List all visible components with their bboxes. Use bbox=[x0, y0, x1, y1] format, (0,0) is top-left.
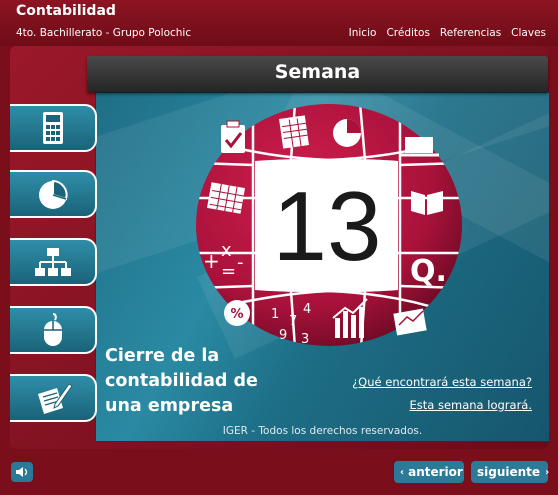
app-window: Contabilidad 4to. Bachillerato - Grupo P… bbox=[0, 0, 558, 495]
sphere-digit: 4 bbox=[303, 302, 311, 317]
sound-button[interactable] bbox=[11, 462, 33, 482]
previous-label: anterior bbox=[408, 465, 463, 479]
svg-text:-: - bbox=[237, 252, 244, 273]
speaker-icon bbox=[16, 467, 28, 477]
week-number: 13 bbox=[272, 171, 381, 281]
magnifier-q-icon: Q. bbox=[410, 254, 447, 289]
mouse-icon bbox=[43, 313, 62, 346]
spreadsheet-icon bbox=[279, 115, 309, 149]
sphere-digit: 9 bbox=[279, 328, 287, 343]
lesson-title-line: Cierre de la bbox=[105, 346, 220, 366]
next-label: siguiente bbox=[477, 465, 541, 479]
nav-inicio[interactable]: Inicio bbox=[349, 27, 377, 39]
top-nav: Inicio Créditos Referencias Claves bbox=[349, 27, 546, 39]
lesson-title-line: contabilidad de bbox=[105, 371, 258, 391]
pie-chart-icon bbox=[333, 119, 361, 147]
sidebar-tab-org-chart[interactable] bbox=[10, 238, 97, 286]
svg-text:=: = bbox=[221, 261, 236, 282]
app-title: Contabilidad bbox=[16, 3, 116, 19]
sidebar-tab-pen-paper[interactable] bbox=[10, 374, 97, 422]
sphere-digit: 1 bbox=[271, 307, 279, 322]
lesson-title-line: una empresa bbox=[105, 396, 234, 416]
calculator-icon bbox=[42, 112, 63, 144]
svg-text:+: + bbox=[203, 249, 220, 273]
previous-button[interactable]: ‹ anterior bbox=[394, 461, 464, 483]
nav-claves[interactable]: Claves bbox=[511, 27, 546, 39]
week-title: Semana bbox=[274, 61, 361, 83]
week-title-bar: Semana bbox=[87, 56, 548, 92]
week-sphere: 13 + x = - Q. % 1 7 4 9 3 bbox=[196, 104, 462, 347]
sphere-digit: 7 bbox=[289, 314, 297, 329]
pen-paper-icon bbox=[37, 383, 73, 414]
nav-referencias[interactable]: Referencias bbox=[440, 27, 501, 39]
sidebar-tab-calculator[interactable] bbox=[10, 104, 97, 152]
chevron-left-icon: ‹ bbox=[400, 466, 405, 478]
discover-week-link[interactable]: ¿Qué encontrará esta semana? bbox=[352, 375, 532, 389]
next-button[interactable]: siguiente › bbox=[471, 461, 550, 483]
org-chart-icon bbox=[34, 248, 71, 276]
percent-badge-icon: % bbox=[224, 300, 250, 326]
course-subtitle: 4to. Bachillerato - Grupo Polochic bbox=[16, 27, 192, 39]
achieve-week-link[interactable]: Esta semana logrará. bbox=[409, 398, 532, 412]
chevron-right-icon: › bbox=[545, 466, 550, 478]
header: Contabilidad 4to. Bachillerato - Grupo P… bbox=[0, 0, 558, 46]
svg-text:Q.: Q. bbox=[410, 254, 447, 289]
svg-text:x: x bbox=[221, 240, 232, 261]
lesson-title: Cierre de la contabilidad de una empresa bbox=[105, 344, 258, 419]
pie-chart-icon bbox=[38, 179, 68, 209]
copyright-text: IGER - Todos los derechos reservados. bbox=[222, 425, 423, 437]
sidebar-tab-mouse[interactable] bbox=[10, 306, 97, 354]
svg-text:%: % bbox=[230, 307, 243, 322]
clipboard-check-icon bbox=[221, 120, 245, 153]
nav-creditos[interactable]: Créditos bbox=[386, 27, 429, 39]
sidebar-tab-pie-chart[interactable] bbox=[10, 170, 97, 218]
sphere-digit: 3 bbox=[301, 332, 309, 347]
